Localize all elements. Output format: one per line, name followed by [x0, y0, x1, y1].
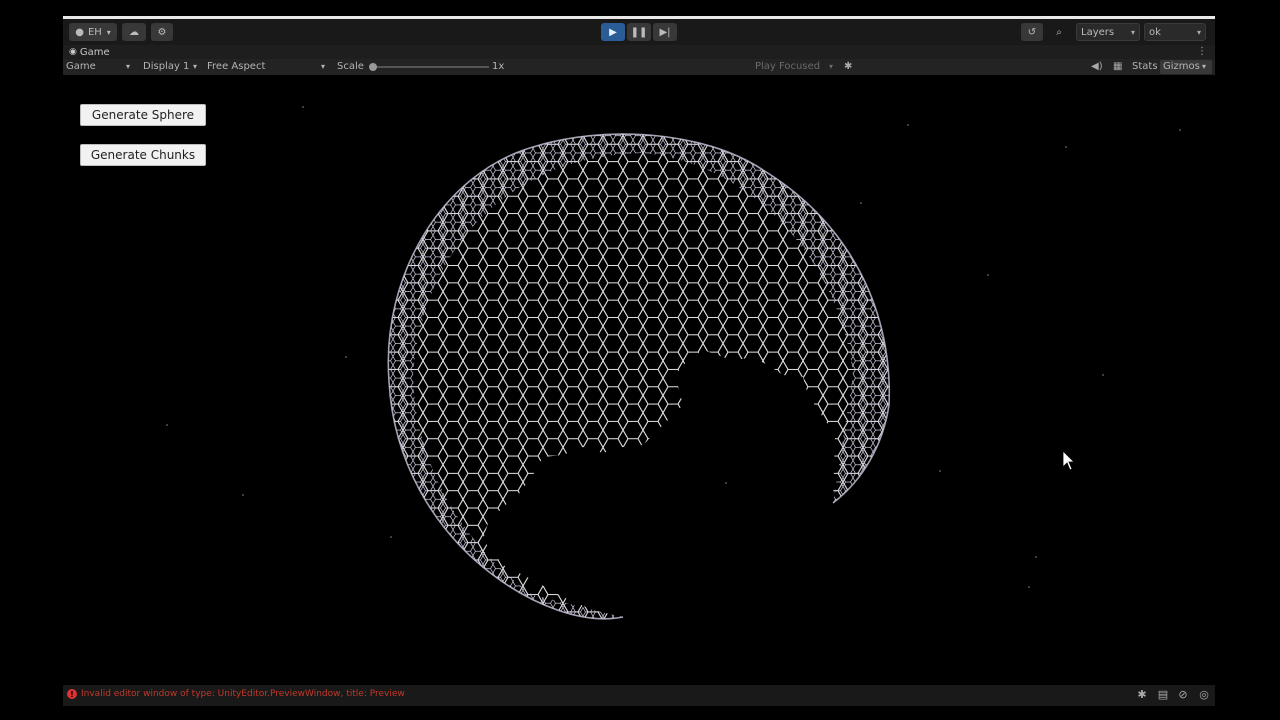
- chevron-down-icon: ▾: [1196, 28, 1201, 37]
- pause-icon: ❚❚: [630, 26, 648, 38]
- step-button[interactable]: ▶|: [653, 23, 677, 41]
- voronoi-sphere-mesh: [388, 134, 890, 619]
- check-circle-icon[interactable]: ◎: [1198, 689, 1210, 701]
- play-button[interactable]: ▶: [601, 23, 625, 41]
- cloud-button[interactable]: ☁: [122, 23, 146, 41]
- layout-label: ok: [1149, 26, 1161, 38]
- account-button[interactable]: ● EH ▾: [69, 23, 117, 41]
- layout-dropdown[interactable]: ok ▾: [1144, 23, 1206, 41]
- scale-label: Scale: [337, 61, 364, 72]
- tab-game-label: Game: [79, 46, 110, 58]
- history-icon: ↺: [1027, 26, 1037, 38]
- display-select-label: Display 1: [143, 61, 190, 72]
- scene-render: [166, 106, 1181, 620]
- database-icon[interactable]: ▤: [1157, 689, 1169, 701]
- chevron-down-icon: ▾: [106, 27, 111, 37]
- game-tab-bar: ◉ Game ⋮: [63, 45, 1215, 59]
- status-bar: ! Invalid editor window of type: UnityEd…: [63, 685, 1215, 706]
- mute-audio-icon[interactable]: ◀): [1091, 60, 1103, 74]
- display-select[interactable]: Display 1 ▾: [143, 60, 203, 74]
- gear-icon: ⚙: [157, 26, 167, 38]
- chevron-down-icon: ▾: [829, 62, 834, 71]
- scale-slider-track: [369, 66, 489, 68]
- scale-slider-handle[interactable]: [369, 63, 377, 71]
- error-icon: !: [67, 689, 77, 699]
- scale-value: 1x: [492, 61, 505, 72]
- bug-report-icon[interactable]: ✱: [1136, 689, 1148, 701]
- generate-chunks-button[interactable]: Generate Chunks: [80, 144, 206, 166]
- stats-button[interactable]: Stats: [1132, 60, 1158, 74]
- shortcuts-icon[interactable]: ▦: [1113, 60, 1122, 74]
- collab-button[interactable]: ⚙: [151, 23, 173, 41]
- chevron-down-icon: ▾: [126, 62, 131, 71]
- scale-slider[interactable]: [369, 63, 489, 71]
- game-view[interactable]: Generate Sphere Generate Chunks: [63, 75, 1215, 685]
- play-mode-label: Play Focused: [755, 61, 821, 72]
- layers-dropdown[interactable]: Layers ▾: [1076, 23, 1140, 41]
- search-button[interactable]: ⌕: [1048, 23, 1070, 41]
- debug-mode-icon[interactable]: ⊘: [1177, 689, 1189, 701]
- tab-game[interactable]: ◉ Game: [69, 45, 110, 59]
- play-mode-select[interactable]: Play Focused ▾: [755, 60, 839, 74]
- cloud-icon: ☁: [129, 26, 139, 38]
- game-control-bar: Game ▾ Display 1 ▾ Free Aspect ▾ Scale 1…: [63, 59, 1215, 75]
- bug-icon[interactable]: ✱: [844, 60, 852, 74]
- unity-editor: ● EH ▾ ☁ ⚙ ▶ ❚❚ ▶| ↺ ⌕ Layers ▾ ok ▾ ◉ G…: [63, 16, 1215, 706]
- error-text: Invalid editor window of type: UnityEdit…: [81, 689, 405, 699]
- generate-sphere-button[interactable]: Generate Sphere: [80, 104, 206, 126]
- search-icon: ⌕: [1056, 26, 1062, 38]
- account-label: EH: [87, 26, 102, 38]
- chevron-down-icon: ▾: [1130, 28, 1135, 37]
- layers-label: Layers: [1081, 26, 1115, 38]
- play-icon: ▶: [609, 26, 617, 38]
- pause-button[interactable]: ❚❚: [627, 23, 651, 41]
- main-toolbar: ● EH ▾ ☁ ⚙ ▶ ❚❚ ▶| ↺ ⌕ Layers ▾ ok ▾: [63, 19, 1215, 45]
- step-icon: ▶|: [659, 26, 671, 38]
- account-icon: ●: [75, 26, 84, 38]
- chevron-down-icon: ▾: [193, 62, 198, 71]
- aspect-select[interactable]: Free Aspect ▾: [207, 60, 331, 74]
- chevron-down-icon: ▾: [321, 62, 326, 71]
- chevron-down-icon: ▾: [1202, 62, 1207, 71]
- gizmos-button[interactable]: Gizmos ▾: [1160, 60, 1212, 74]
- history-button[interactable]: ↺: [1021, 23, 1043, 41]
- view-select-label: Game: [66, 61, 96, 72]
- aspect-select-label: Free Aspect: [207, 61, 266, 72]
- more-menu-icon[interactable]: ⋮: [1197, 45, 1207, 59]
- console-error-message[interactable]: ! Invalid editor window of type: UnityEd…: [67, 689, 405, 699]
- view-select[interactable]: Game ▾: [66, 60, 136, 74]
- mouse-cursor-icon: [1062, 450, 1075, 471]
- gamepad-icon: ◉: [69, 47, 77, 57]
- gizmos-label: Gizmos: [1163, 61, 1200, 72]
